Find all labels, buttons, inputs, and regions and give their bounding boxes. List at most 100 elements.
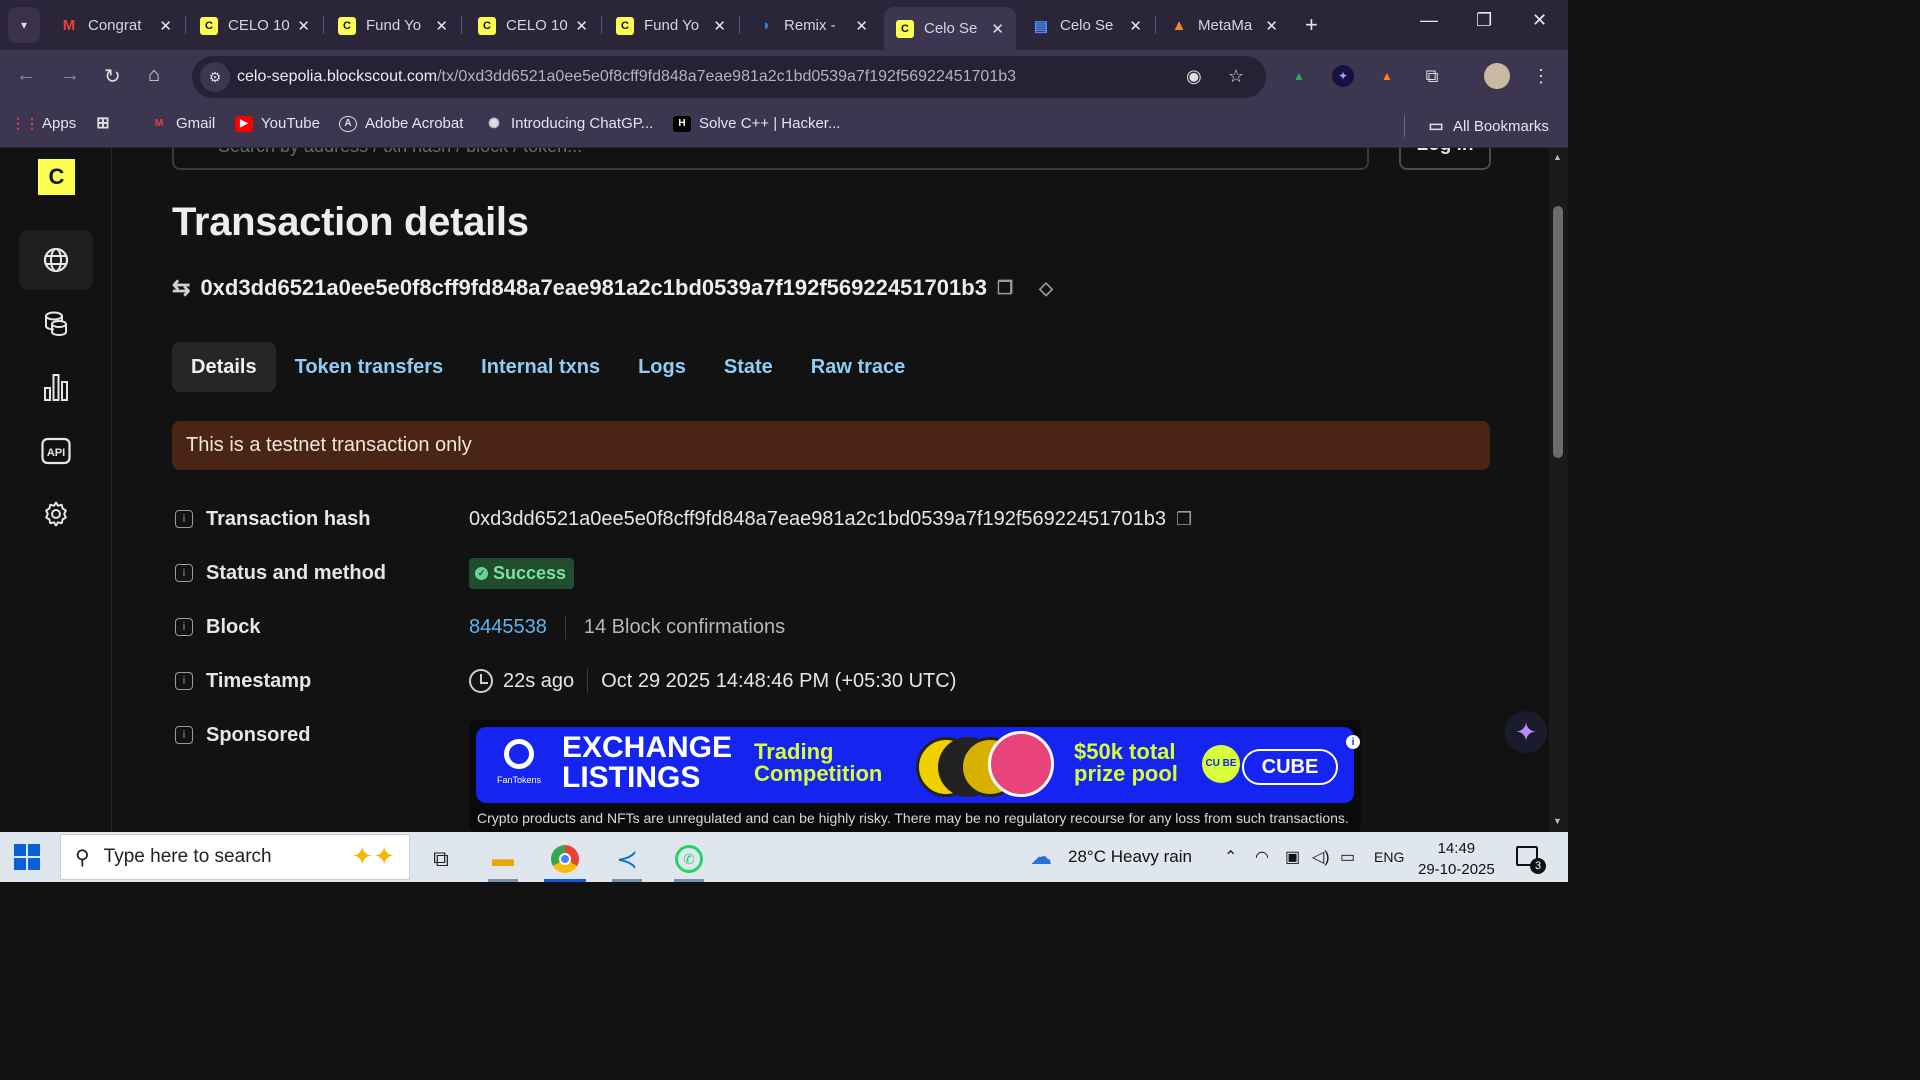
browser-tab[interactable]: C CELO 10 ✕ bbox=[466, 7, 600, 44]
close-window-button[interactable]: ✕ bbox=[1532, 10, 1547, 31]
scroll-up-icon[interactable]: ▲ bbox=[1553, 152, 1562, 162]
weather-text[interactable]: 28°C Heavy rain bbox=[1068, 847, 1192, 867]
tab-internal-txns[interactable]: Internal txns bbox=[462, 342, 619, 392]
bookmark-tab-groups[interactable]: ⊞ bbox=[94, 115, 120, 132]
copy-icon[interactable]: ❐ bbox=[1176, 509, 1192, 530]
windows-start-button[interactable] bbox=[14, 844, 40, 870]
chrome-menu-icon[interactable]: ⋮ bbox=[1530, 65, 1552, 87]
ad-banner[interactable]: FanTokens EXCHANGE LISTINGS Trading Compet… bbox=[476, 727, 1360, 803]
metamask-icon[interactable]: ▲ bbox=[1376, 65, 1398, 87]
bookmark-apps[interactable]: ⋮⋮ Apps bbox=[11, 115, 76, 132]
reload-button[interactable]: ↻ bbox=[104, 64, 121, 89]
private-tag-icon[interactable]: ◇ bbox=[1039, 278, 1053, 299]
show-hidden-icons[interactable]: ⌃ bbox=[1224, 847, 1237, 867]
restore-button[interactable]: ❐ bbox=[1476, 10, 1492, 31]
settings-nav-icon[interactable] bbox=[19, 484, 93, 544]
bookmark-chatgpt[interactable]: ✺ Introducing ChatGP... bbox=[485, 115, 653, 132]
login-label: Log in bbox=[1417, 148, 1474, 156]
extension-icon[interactable]: ✦ bbox=[1332, 65, 1354, 87]
eye-slash-icon[interactable]: ◉ bbox=[1186, 66, 1202, 87]
ai-assistant-icon[interactable]: ✦ bbox=[1505, 711, 1547, 753]
close-tab-icon[interactable]: ✕ bbox=[855, 17, 868, 35]
task-view-icon[interactable]: ⧉ bbox=[414, 836, 468, 882]
browser-tab[interactable]: ▲ MetaMa ✕ bbox=[1158, 7, 1290, 44]
taskbar-search[interactable]: ⚲ Type here to search ✦✦ bbox=[60, 834, 410, 880]
close-tab-icon[interactable]: ✕ bbox=[575, 17, 588, 35]
bookmark-gmail[interactable]: M Gmail bbox=[150, 115, 215, 132]
tab-token-transfers[interactable]: Token transfers bbox=[276, 342, 463, 392]
tab-raw-trace[interactable]: Raw trace bbox=[792, 342, 925, 392]
charts-nav-icon[interactable] bbox=[19, 357, 93, 417]
copy-icon[interactable]: ❐ bbox=[997, 278, 1013, 299]
meet-now-icon[interactable]: ▣ bbox=[1285, 847, 1300, 867]
browser-tab[interactable]: C CELO 10 ✕ bbox=[188, 7, 322, 44]
timestamp-absolute: Oct 29 2025 14:48:46 PM (+05:30 UTC) bbox=[601, 669, 957, 692]
login-button[interactable]: Log in bbox=[1399, 148, 1491, 170]
browser-tab[interactable]: ◑ Remix - ✕ bbox=[744, 7, 880, 44]
browser-tab[interactable]: C Fund Yo ✕ bbox=[326, 7, 460, 44]
file-explorer-icon[interactable]: ▬ bbox=[476, 836, 530, 882]
close-tab-icon[interactable]: ✕ bbox=[1265, 17, 1278, 35]
all-bookmarks-button[interactable]: ▭ All Bookmarks bbox=[1404, 115, 1549, 137]
close-tab-icon[interactable]: ✕ bbox=[713, 17, 726, 35]
network-icon[interactable]: ◠ bbox=[1255, 847, 1269, 867]
search-input[interactable]: Search by address / txn hash / block / t… bbox=[172, 148, 1369, 170]
vscode-icon[interactable]: ≺ bbox=[600, 836, 654, 882]
scroll-thumb[interactable] bbox=[1553, 206, 1563, 458]
language-indicator[interactable]: ENG bbox=[1374, 849, 1404, 865]
back-button[interactable]: ← bbox=[16, 64, 36, 87]
info-icon[interactable]: i bbox=[175, 726, 193, 744]
home-button[interactable]: ⌂ bbox=[148, 64, 160, 87]
browser-tab[interactable]: C Fund Yo ✕ bbox=[604, 7, 738, 44]
scroll-down-icon[interactable]: ▼ bbox=[1553, 816, 1562, 826]
page-viewport: C API Search by address / txn hash / blo… bbox=[0, 148, 1568, 832]
page-scrollbar[interactable]: ▲ ▼ bbox=[1549, 148, 1568, 832]
site-info-icon[interactable]: ⚙ bbox=[200, 62, 230, 92]
star-icon[interactable]: ☆ bbox=[1228, 66, 1244, 87]
bookmark-label: YouTube bbox=[261, 115, 320, 132]
google-drive-icon[interactable]: ▲ bbox=[1288, 65, 1310, 87]
weather-icon[interactable]: ☁ bbox=[1030, 844, 1052, 870]
taskbar-clock[interactable]: 14:49 29-10-2025 bbox=[1418, 838, 1495, 880]
blockchain-nav-icon[interactable] bbox=[19, 230, 93, 290]
info-icon[interactable]: i bbox=[175, 510, 193, 528]
volume-icon[interactable]: ◁) bbox=[1312, 847, 1330, 867]
browser-tab[interactable]: M Congrat ✕ bbox=[48, 7, 184, 44]
cube-button[interactable]: CUBE bbox=[1242, 749, 1338, 785]
bookmark-adobe-acrobat[interactable]: A Adobe Acrobat bbox=[339, 115, 463, 132]
forward-button[interactable]: → bbox=[60, 64, 80, 87]
tokens-nav-icon[interactable] bbox=[19, 293, 93, 353]
close-tab-icon[interactable]: ✕ bbox=[297, 17, 310, 35]
info-icon[interactable]: i bbox=[175, 564, 193, 582]
info-icon[interactable]: i bbox=[175, 618, 193, 636]
block-number-link[interactable]: 8445538 bbox=[469, 616, 547, 639]
close-tab-icon[interactable]: ✕ bbox=[435, 17, 448, 35]
sponsored-ad[interactable]: FanTokens EXCHANGE LISTINGS Trading Compet… bbox=[469, 720, 1361, 832]
bookmark-hackerrank[interactable]: H Solve C++ | Hacker... bbox=[673, 115, 840, 132]
close-tab-icon[interactable]: ✕ bbox=[159, 17, 172, 35]
address-bar[interactable]: ⚙ celo-sepolia.blockscout.com/tx/0xd3dd6… bbox=[192, 56, 1266, 98]
close-tab-icon[interactable]: ✕ bbox=[991, 20, 1004, 38]
profile-avatar[interactable] bbox=[1484, 63, 1510, 89]
tab-logs[interactable]: Logs bbox=[619, 342, 705, 392]
browser-tab[interactable]: ▤ Celo Se ✕ bbox=[1020, 7, 1154, 44]
ad-info-icon[interactable]: i bbox=[1346, 735, 1360, 749]
battery-icon[interactable]: ▭ bbox=[1340, 847, 1355, 867]
extensions-puzzle-icon[interactable]: ⧉ bbox=[1421, 65, 1443, 87]
browser-tab[interactable]: C Celo Se ✕ bbox=[884, 7, 1016, 50]
tab-details[interactable]: Details bbox=[172, 342, 276, 392]
bookmark-youtube[interactable]: ▶ YouTube bbox=[235, 115, 320, 132]
info-icon[interactable]: i bbox=[175, 672, 193, 690]
doc-icon: ▤ bbox=[1033, 17, 1049, 35]
chrome-taskbar-icon[interactable] bbox=[538, 836, 592, 882]
whatsapp-icon[interactable]: ✆ bbox=[662, 836, 716, 882]
url-text[interactable]: celo-sepolia.blockscout.com/tx/0xd3dd652… bbox=[237, 68, 1016, 86]
new-tab-button[interactable]: + bbox=[1305, 12, 1318, 38]
blockscout-logo[interactable]: C bbox=[38, 159, 75, 195]
api-nav-icon[interactable]: API bbox=[19, 421, 93, 481]
minimize-button[interactable]: — bbox=[1420, 10, 1438, 31]
tab-search-button[interactable]: ▾ bbox=[8, 7, 40, 43]
close-tab-icon[interactable]: ✕ bbox=[1129, 17, 1142, 35]
tab-state[interactable]: State bbox=[705, 342, 792, 392]
notifications-icon[interactable]: 3 bbox=[1516, 846, 1546, 874]
